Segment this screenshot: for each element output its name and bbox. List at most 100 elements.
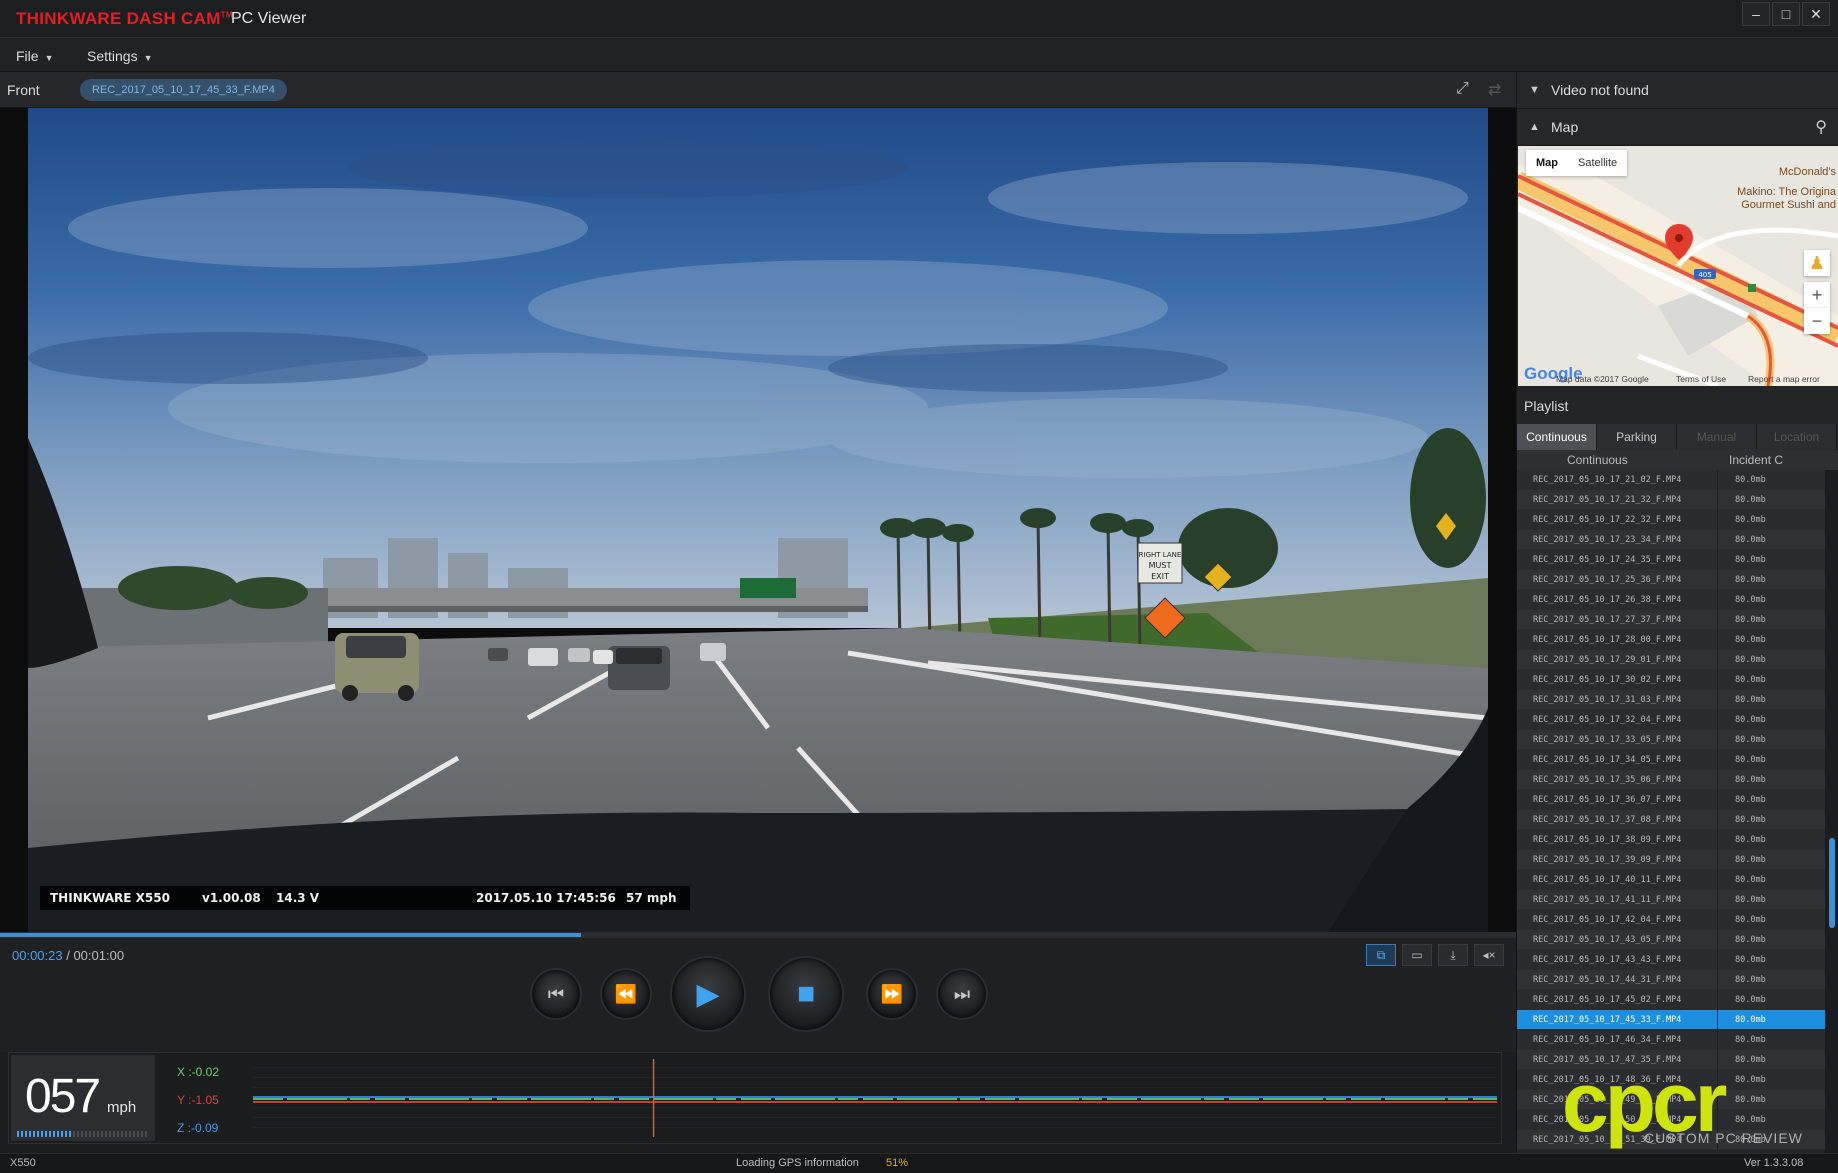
video-status-row[interactable]: ▼ Video not found (1517, 72, 1838, 109)
street-view-pegman-icon[interactable]: ♟ (1804, 250, 1830, 276)
map-poi-makino[interactable]: Makino: The Origina Gourmet Sushi and (1737, 186, 1836, 212)
playlist-row[interactable]: REC_2017_05_10_17_35_06_F.MP4 80.0mb (1517, 770, 1825, 790)
playlist-filename: REC_2017_05_10_17_29_01_F.MP4 (1533, 655, 1682, 665)
play-button[interactable]: ▶ (670, 956, 746, 1032)
video-player[interactable]: RIGHT LANE MUST EXIT THINKWARE X550 v1.0… (0, 108, 1516, 932)
playlist-filesize: 80.0mb (1717, 570, 1825, 590)
playlist-filename: REC_2017_05_10_17_30_02_F.MP4 (1533, 675, 1682, 685)
playlist-filesize: 80.0mb (1717, 790, 1825, 810)
playlist-row[interactable]: REC_2017_05_10_17_41_11_F.MP4 80.0mb (1517, 890, 1825, 910)
window-controls: – □ ✕ (1742, 2, 1830, 26)
app-version: Ver 1.3.3.08 (1744, 1157, 1804, 1169)
playlist-filesize: 80.0mb (1717, 970, 1825, 990)
playlist-row[interactable]: REC_2017_05_10_17_42_04_F.MP4 80.0mb (1517, 910, 1825, 930)
playlist-row[interactable]: REC_2017_05_10_17_44_31_F.MP4 80.0mb (1517, 970, 1825, 990)
skip-to-start-button[interactable]: ⏮ (530, 968, 582, 1020)
playlist-row[interactable]: REC_2017_05_10_17_45_02_F.MP4 80.0mb (1517, 990, 1825, 1010)
playlist-row[interactable]: REC_2017_05_10_17_45_33_F.MP4 80.0mb (1517, 1010, 1825, 1030)
playlist-row[interactable]: REC_2017_05_10_17_34_05_F.MP4 80.0mb (1517, 750, 1825, 770)
playlist-row[interactable]: REC_2017_05_10_17_21_02_F.MP4 80.0mb (1517, 470, 1825, 490)
settings-menu[interactable]: Settings ▼ (87, 48, 153, 64)
osd-model: THINKWARE X550 (50, 891, 170, 905)
highway-shield: 405 (1698, 271, 1711, 279)
rewind-button[interactable]: ⏪ (600, 968, 652, 1020)
playlist-row[interactable]: REC_2017_05_10_17_43_05_F.MP4 80.0mb (1517, 930, 1825, 950)
playlist-row[interactable]: REC_2017_05_10_17_43_43_F.MP4 80.0mb (1517, 950, 1825, 970)
maximize-button[interactable]: □ (1772, 2, 1800, 26)
tab-parking[interactable]: Parking (1597, 424, 1677, 450)
playlist-row[interactable]: REC_2017_05_10_17_29_01_F.MP4 80.0mb (1517, 650, 1825, 670)
skip-to-end-button[interactable]: ⏭ (936, 968, 988, 1020)
playback-controls: 00:00:23 / 00:01:00 ⧉ ▭ ⤓ ◂× ⏮ ⏪ ▶ ■ ⏩ ⏭ (0, 938, 1516, 1052)
map-tab-map[interactable]: Map (1526, 150, 1568, 176)
time-display: 00:00:23 / 00:01:00 (12, 948, 125, 963)
playlist-row[interactable]: REC_2017_05_10_17_27_37_F.MP4 80.0mb (1517, 610, 1825, 630)
fullscreen-icon[interactable]: ⤢ (1456, 80, 1469, 98)
playlist-row[interactable]: REC_2017_05_10_17_39_09_F.MP4 80.0mb (1517, 850, 1825, 870)
playlist-row[interactable]: REC_2017_05_10_17_36_07_F.MP4 80.0mb (1517, 790, 1825, 810)
playlist-row[interactable]: REC_2017_05_10_17_23_34_F.MP4 80.0mb (1517, 530, 1825, 550)
video-frame[interactable]: RIGHT LANE MUST EXIT THINKWARE X550 v1.0… (28, 108, 1488, 932)
playlist-row[interactable]: REC_2017_05_10_17_24_35_F.MP4 80.0mb (1517, 550, 1825, 570)
playlist-filename: REC_2017_05_10_17_40_11_F.MP4 (1533, 875, 1682, 885)
osd-voltage: 14.3 V (276, 891, 320, 905)
report-map-error-link[interactable]: Report a map error (1748, 374, 1820, 384)
playlist-filesize: 80.0mb (1717, 950, 1825, 970)
playlist-header: Playlist (1517, 386, 1838, 424)
stop-button[interactable]: ■ (768, 956, 844, 1032)
playlist-row[interactable]: REC_2017_05_10_17_40_11_F.MP4 80.0mb (1517, 870, 1825, 890)
map-tab-satellite[interactable]: Satellite (1568, 150, 1627, 176)
gsensor-graph-lines (253, 1059, 1497, 1137)
map-type-tabs: Map Satellite (1526, 150, 1628, 176)
zoom-out-button[interactable]: − (1804, 308, 1830, 334)
playlist-filename: REC_2017_05_10_17_37_08_F.MP4 (1533, 815, 1682, 825)
osd-datetime: 2017.05.10 17:45:56 (476, 891, 616, 905)
playlist-row[interactable]: REC_2017_05_10_17_37_08_F.MP4 80.0mb (1517, 810, 1825, 830)
close-button[interactable]: ✕ (1802, 2, 1830, 26)
tab-location[interactable]: Location (1757, 424, 1837, 450)
playlist-row[interactable]: REC_2017_05_10_17_46_34_F.MP4 80.0mb (1517, 1030, 1825, 1050)
playlist-row[interactable]: REC_2017_05_10_17_25_36_F.MP4 80.0mb (1517, 570, 1825, 590)
playlist-row[interactable]: REC_2017_05_10_17_38_09_F.MP4 80.0mb (1517, 830, 1825, 850)
minimize-button[interactable]: – (1742, 2, 1770, 26)
location-pin-icon[interactable]: ⚲ (1815, 117, 1827, 137)
playlist-filename: REC_2017_05_10_17_34_05_F.MP4 (1533, 755, 1682, 765)
playlist-filesize: 80.0mb (1717, 750, 1825, 770)
playlist-row[interactable]: REC_2017_05_10_17_22_32_F.MP4 80.0mb (1517, 510, 1825, 530)
playlist-scrollbar[interactable] (1825, 470, 1838, 1153)
playlist-row[interactable]: REC_2017_05_10_17_21_32_F.MP4 80.0mb (1517, 490, 1825, 510)
terms-of-use-link[interactable]: Terms of Use (1676, 374, 1726, 384)
download-icon[interactable]: ⤓ (1438, 944, 1468, 966)
swap-channel-icon[interactable]: ⇄ (1488, 80, 1501, 100)
video-header: Front REC_2017_05_10_17_45_33_F.MP4 ⤢ ⇄ (0, 72, 1516, 108)
speed-meter-fill (17, 1131, 73, 1137)
speed-meter (17, 1131, 149, 1137)
status-bar: X550 Loading GPS information 51% Ver 1.3… (0, 1153, 1838, 1173)
playlist-row[interactable]: REC_2017_05_10_17_28_00_F.MP4 80.0mb (1517, 630, 1825, 650)
fast-forward-button[interactable]: ⏩ (866, 968, 918, 1020)
map-header-row[interactable]: ▲ Map ⚲ (1517, 109, 1838, 146)
playlist-row[interactable]: REC_2017_05_10_17_32_04_F.MP4 80.0mb (1517, 710, 1825, 730)
playlist-row[interactable]: REC_2017_05_10_17_33_05_F.MP4 80.0mb (1517, 730, 1825, 750)
scrollbar-thumb[interactable] (1829, 837, 1835, 928)
gsensor-graph[interactable] (253, 1059, 1497, 1137)
playlist-filesize: 80.0mb (1717, 710, 1825, 730)
playlist-filesize: 80.0mb (1717, 690, 1825, 710)
screen-size-icon[interactable]: ▭ (1402, 944, 1432, 966)
capture-icon[interactable]: ⧉ (1366, 944, 1396, 966)
column-incident[interactable]: Incident C (1729, 453, 1783, 467)
gps-map[interactable]: 405 Map Satellite McDonald's Makino: The… (1518, 146, 1838, 386)
playlist-row[interactable]: REC_2017_05_10_17_31_03_F.MP4 80.0mb (1517, 690, 1825, 710)
mute-icon[interactable]: ◂× (1474, 944, 1504, 966)
zoom-in-button[interactable]: + (1804, 282, 1830, 308)
tab-continuous[interactable]: Continuous (1517, 424, 1597, 450)
file-menu[interactable]: File ▼ (16, 48, 53, 64)
playback-tools: ⧉ ▭ ⤓ ◂× (1366, 944, 1504, 966)
column-continuous[interactable]: Continuous (1567, 453, 1628, 467)
tab-manual[interactable]: Manual (1677, 424, 1757, 450)
playlist-row[interactable]: REC_2017_05_10_17_30_02_F.MP4 80.0mb (1517, 670, 1825, 690)
current-file-tab[interactable]: REC_2017_05_10_17_45_33_F.MP4 (80, 79, 287, 101)
brand-logo: THINKWARE DASH CAMTM (16, 9, 233, 28)
playlist-row[interactable]: REC_2017_05_10_17_26_38_F.MP4 80.0mb (1517, 590, 1825, 610)
map-poi-mcdonalds[interactable]: McDonald's (1779, 166, 1836, 179)
